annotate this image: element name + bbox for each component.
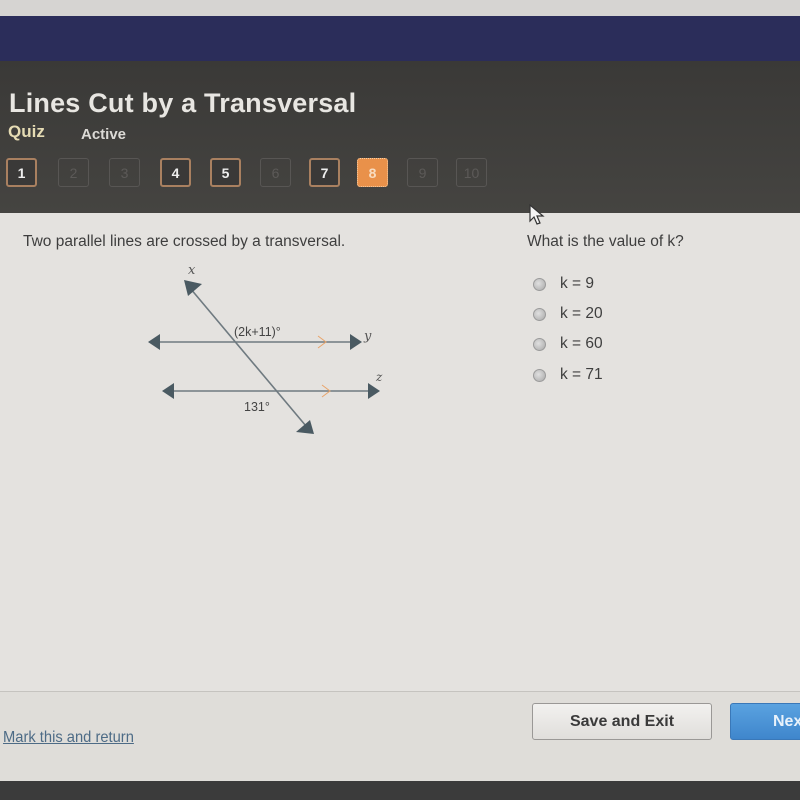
- question-button-7[interactable]: 7: [309, 158, 340, 187]
- save-and-exit-button[interactable]: Save and Exit: [532, 703, 712, 740]
- question-button-6: 6: [260, 158, 291, 187]
- brand-bar: [0, 16, 800, 61]
- question-button-3: 3: [109, 158, 140, 187]
- question-button-4[interactable]: 4: [160, 158, 191, 187]
- screen-bezel: [0, 781, 800, 800]
- line-z-right-arrow-icon: [368, 383, 380, 399]
- problem-prompt: Two parallel lines are crossed by a tran…: [23, 233, 346, 250]
- answer-option-3[interactable]: k = 60: [533, 334, 603, 354]
- question-button-8-current[interactable]: 8: [357, 158, 388, 187]
- line-y-left-arrow-icon: [148, 334, 160, 350]
- question-text: What is the value of k?: [527, 233, 684, 250]
- next-button[interactable]: Next: [730, 703, 800, 740]
- transversal-bottom-arrow-icon: [296, 420, 314, 434]
- question-panel: [0, 213, 800, 691]
- screen-top-strip: [0, 0, 800, 16]
- answer-option-label: k = 60: [560, 335, 603, 352]
- mouse-cursor-icon: [529, 203, 545, 225]
- line-y-right-arrow-icon: [350, 334, 362, 350]
- transversal-label: x: [188, 263, 196, 278]
- answer-option-1[interactable]: k = 9: [533, 274, 594, 294]
- line-z-label: z: [375, 370, 383, 384]
- radio-button[interactable]: [533, 277, 546, 291]
- question-button-9: 9: [407, 158, 438, 187]
- answer-option-label: k = 20: [560, 305, 603, 322]
- angle-top-label: (2k+11)°: [234, 325, 281, 339]
- radio-button[interactable]: [533, 307, 546, 321]
- answer-option-label: k = 9: [560, 275, 595, 292]
- transversal-top-arrow-icon: [184, 280, 202, 296]
- line-z-left-arrow-icon: [162, 383, 174, 399]
- answer-option-4[interactable]: k = 71: [533, 365, 603, 385]
- transversal-diagram: x y z (2k+11)° 131°: [148, 263, 383, 434]
- question-button-5[interactable]: 5: [210, 158, 241, 187]
- mark-and-return-link[interactable]: Mark this and return: [3, 729, 134, 747]
- line-y-label: y: [363, 329, 372, 344]
- angle-bottom-label: 131°: [244, 400, 270, 414]
- radio-button[interactable]: [533, 368, 546, 382]
- answer-option-2[interactable]: k = 20: [533, 304, 603, 324]
- question-button-1[interactable]: 1: [6, 158, 37, 187]
- question-button-2: 2: [58, 158, 89, 187]
- page-title: Lines Cut by a Transversal: [9, 88, 357, 118]
- status-label: Active: [81, 126, 127, 143]
- answer-option-label: k = 71: [560, 366, 603, 383]
- radio-button[interactable]: [533, 337, 546, 351]
- question-button-10: 10: [456, 158, 487, 187]
- quiz-label: Quiz: [8, 122, 45, 141]
